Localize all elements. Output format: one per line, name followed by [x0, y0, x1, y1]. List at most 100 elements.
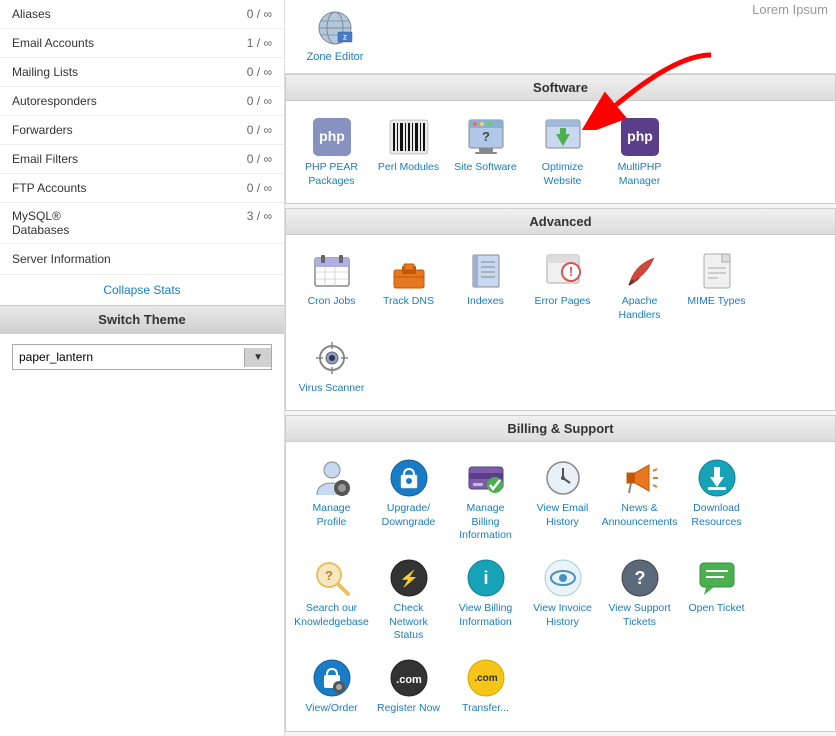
open-ticket-label: Open Ticket	[688, 602, 744, 616]
indexes-item[interactable]: Indexes	[448, 245, 523, 327]
search-knowledgebase-icon: ?	[311, 557, 353, 599]
switch-theme-header: Switch Theme	[0, 305, 284, 334]
mime-types-label: MIME Types	[687, 295, 745, 309]
download-resources-label: DownloadResources	[691, 502, 741, 529]
check-network-icon: ⚡	[388, 557, 430, 599]
svg-text:i: i	[483, 568, 488, 588]
register-now-item[interactable]: .com Register Now	[371, 652, 446, 721]
theme-select-wrapper: paper_lantern ▼	[0, 334, 284, 380]
view-email-history-item[interactable]: View EmailHistory	[525, 452, 600, 548]
view-support-tickets-item[interactable]: ? View SupportTickets	[602, 552, 677, 648]
sidebar-row-email-accounts: Email Accounts 1 / ∞	[0, 29, 284, 58]
upgrade-downgrade-label: Upgrade/Downgrade	[382, 502, 436, 529]
virus-scanner-item[interactable]: Virus Scanner	[294, 332, 369, 401]
search-knowledgebase-item[interactable]: ? Search ourKnowledgebase	[294, 552, 369, 648]
forwarders-count: 0 / ∞	[247, 123, 272, 137]
sidebar: Aliases 0 / ∞ Email Accounts 1 / ∞ Maili…	[0, 0, 285, 736]
email-filters-count: 0 / ∞	[247, 152, 272, 166]
cron-jobs-icon	[311, 250, 353, 292]
indexes-label: Indexes	[467, 295, 504, 309]
email-filters-label: Email Filters	[12, 152, 78, 166]
theme-select-container[interactable]: paper_lantern ▼	[12, 344, 272, 370]
manage-profile-item[interactable]: ManageProfile	[294, 452, 369, 548]
multiphp-manager-icon: php	[619, 116, 661, 158]
search-knowledgebase-label: Search ourKnowledgebase	[294, 602, 369, 629]
svg-text:.com: .com	[474, 673, 497, 684]
cron-jobs-item[interactable]: Cron Jobs	[294, 245, 369, 327]
forwarders-label: Forwarders	[12, 123, 73, 137]
sidebar-row-email-filters: Email Filters 0 / ∞	[0, 145, 284, 174]
zone-editor-icon: Z	[315, 8, 355, 48]
svg-text:?: ?	[482, 129, 490, 144]
mime-types-icon	[696, 250, 738, 292]
svg-text:⚡: ⚡	[399, 569, 419, 588]
news-announcements-item[interactable]: News &Announcements	[602, 452, 677, 548]
autoresponders-label: Autoresponders	[12, 94, 97, 108]
view-support-tickets-label: View SupportTickets	[608, 602, 670, 629]
svg-text:!: !	[568, 264, 572, 279]
track-dns-label: Track DNS	[383, 295, 434, 309]
optimize-website-item[interactable]: OptimizeWebsite	[525, 111, 600, 193]
upgrade-downgrade-item[interactable]: Upgrade/Downgrade	[371, 452, 446, 548]
open-ticket-item[interactable]: Open Ticket	[679, 552, 754, 648]
collapse-stats-link[interactable]: Collapse Stats	[0, 275, 284, 305]
track-dns-icon	[388, 250, 430, 292]
register-now-icon: .com	[388, 657, 430, 699]
optimize-website-label: OptimizeWebsite	[542, 161, 583, 188]
manage-billing-item[interactable]: ManageBillingInformation	[448, 452, 523, 548]
aliases-count: 0 / ∞	[247, 7, 272, 21]
billing-support-header: Billing & Support	[285, 415, 836, 441]
svg-text:.com: .com	[396, 674, 422, 686]
zone-editor-label: Zone Editor	[307, 51, 364, 63]
news-announcements-label: News &Announcements	[602, 502, 678, 529]
perl-modules-label: Perl Modules	[378, 161, 439, 175]
email-accounts-count: 1 / ∞	[247, 36, 272, 50]
virus-scanner-icon	[311, 337, 353, 379]
check-network-status-item[interactable]: ⚡ CheckNetworkStatus	[371, 552, 446, 648]
download-resources-item[interactable]: DownloadResources	[679, 452, 754, 548]
software-body: php PHP PEARPackages	[285, 100, 836, 204]
multiphp-manager-item[interactable]: php MultiPHPManager	[602, 111, 677, 193]
mime-types-item[interactable]: MIME Types	[679, 245, 754, 327]
error-pages-item[interactable]: ! Error Pages	[525, 245, 600, 327]
view-support-icon: ?	[619, 557, 661, 599]
advanced-body: Cron Jobs Track DNS	[285, 234, 836, 411]
sidebar-row-forwarders: Forwarders 0 / ∞	[0, 116, 284, 145]
transfer-item[interactable]: .com Transfer...	[448, 652, 523, 721]
site-software-icon: ?	[465, 116, 507, 158]
zone-editor-item[interactable]: Z Zone Editor	[300, 8, 370, 63]
indexes-icon	[465, 250, 507, 292]
mailing-lists-label: Mailing Lists	[12, 65, 78, 79]
view-invoice-history-item[interactable]: View InvoiceHistory	[525, 552, 600, 648]
view-invoice-history-label: View InvoiceHistory	[533, 602, 592, 629]
track-dns-item[interactable]: Track DNS	[371, 245, 446, 327]
theme-select[interactable]: paper_lantern	[13, 345, 244, 369]
error-pages-icon: !	[542, 250, 584, 292]
perl-modules-item[interactable]: Perl Modules	[371, 111, 446, 193]
view-order-icon	[311, 657, 353, 699]
sidebar-row-ftp-accounts: FTP Accounts 0 / ∞	[0, 174, 284, 203]
site-software-item[interactable]: ? Site Software	[448, 111, 523, 193]
view-billing-item[interactable]: i View BillingInformation	[448, 552, 523, 648]
billing-support-section: Billing & Support	[285, 415, 836, 731]
manage-profile-icon	[311, 457, 353, 499]
virus-scanner-label: Virus Scanner	[299, 382, 365, 396]
mysql-databases-count: 3 / ∞	[247, 209, 272, 223]
mailing-lists-count: 0 / ∞	[247, 65, 272, 79]
php-pear-packages-item[interactable]: php PHP PEARPackages	[294, 111, 369, 193]
software-section: Software php PHP PEARPackages	[285, 74, 836, 204]
apache-handlers-item[interactable]: ApacheHandlers	[602, 245, 677, 327]
svg-text:php: php	[319, 128, 345, 144]
lorem-ipsum-watermark: Lorem Ipsum	[752, 2, 828, 17]
software-header: Software	[285, 74, 836, 100]
email-accounts-label: Email Accounts	[12, 36, 94, 50]
server-information[interactable]: Server Information	[0, 244, 284, 275]
svg-text:php: php	[627, 128, 653, 144]
view-billing-icon: i	[465, 557, 507, 599]
ftp-accounts-count: 0 / ∞	[247, 181, 272, 195]
view-order-item[interactable]: View/Order	[294, 652, 369, 721]
view-billing-label: View BillingInformation	[459, 602, 513, 629]
perl-modules-icon	[388, 116, 430, 158]
svg-text:?: ?	[325, 568, 333, 583]
site-software-label: Site Software	[454, 161, 516, 175]
